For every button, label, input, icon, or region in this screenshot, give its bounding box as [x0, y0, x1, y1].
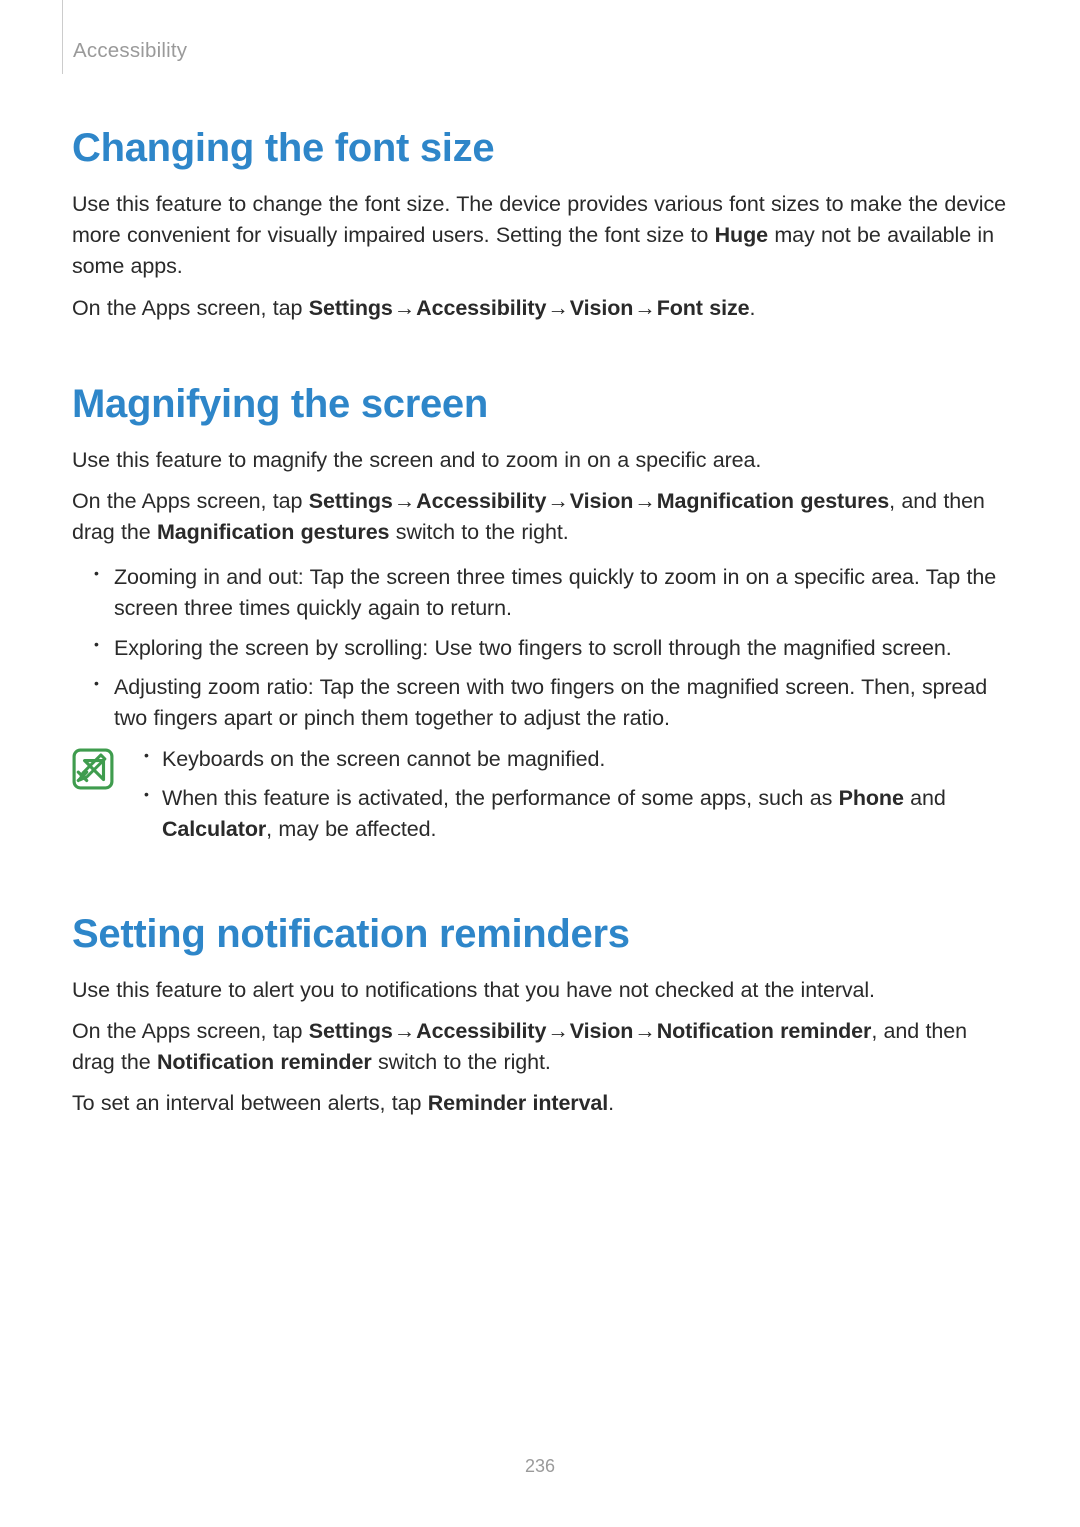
path-step: Settings [309, 296, 393, 320]
arrow-icon: → [546, 489, 569, 513]
bold-text: Huge [715, 223, 768, 247]
text: When this feature is activated, the perf… [162, 786, 839, 810]
list-item: Adjusting zoom ratio: Tap the screen wit… [114, 672, 1008, 734]
path-step: Magnification gestures [657, 489, 889, 513]
paragraph: Use this feature to alert you to notific… [72, 975, 1008, 1006]
text: On the Apps screen, tap [72, 489, 309, 513]
text: and [904, 786, 946, 810]
arrow-icon: → [393, 296, 416, 320]
note-icon [72, 748, 114, 790]
list-item: Keyboards on the screen cannot be magnif… [162, 744, 1008, 775]
path-step: Notification reminder [657, 1019, 872, 1043]
arrow-icon: → [633, 296, 656, 320]
list-item: Zooming in and out: Tap the screen three… [114, 562, 1008, 624]
bold-text: Phone [839, 786, 904, 810]
paragraph: To set an interval between alerts, tap R… [72, 1088, 1008, 1119]
path-step: Vision [570, 489, 634, 513]
path-step: Font size [657, 296, 750, 320]
section-title-font-size: Changing the font size [72, 126, 1008, 171]
path-step: Settings [309, 489, 393, 513]
text: On the Apps screen, tap [72, 296, 309, 320]
bold-text: Reminder interval [428, 1091, 608, 1115]
arrow-icon: → [393, 1019, 416, 1043]
bold-text: Calculator [162, 817, 266, 841]
section-title-notification: Setting notification reminders [72, 912, 1008, 957]
note-text: Keyboards on the screen cannot be magnif… [134, 744, 1008, 854]
path-step: Accessibility [416, 296, 546, 320]
text: , may be affected. [266, 817, 436, 841]
bullet-list: Zooming in and out: Tap the screen three… [72, 562, 1008, 734]
path-step: Vision [570, 296, 634, 320]
arrow-icon: → [633, 489, 656, 513]
note-block: Keyboards on the screen cannot be magnif… [72, 744, 1008, 854]
path-step: Accessibility [416, 1019, 546, 1043]
bold-text: Magnification gestures [157, 520, 389, 544]
text: . [749, 296, 755, 320]
paragraph: Use this feature to change the font size… [72, 189, 1008, 283]
path-step: Vision [570, 1019, 634, 1043]
arrow-icon: → [393, 489, 416, 513]
paragraph-nav-path: On the Apps screen, tap Settings→Accessi… [72, 486, 1008, 548]
text: On the Apps screen, tap [72, 1019, 309, 1043]
paragraph: Use this feature to magnify the screen a… [72, 445, 1008, 476]
bold-text: Notification reminder [157, 1050, 372, 1074]
page-header: Accessibility [62, 0, 1008, 74]
page: Accessibility Changing the font size Use… [0, 0, 1080, 1527]
text: switch to the right. [372, 1050, 551, 1074]
list-item: Exploring the screen by scrolling: Use t… [114, 633, 1008, 664]
path-step: Accessibility [416, 489, 546, 513]
list-item: When this feature is activated, the perf… [162, 783, 1008, 845]
arrow-icon: → [546, 296, 569, 320]
paragraph-nav-path: On the Apps screen, tap Settings→Accessi… [72, 1016, 1008, 1078]
note-bullet-list: Keyboards on the screen cannot be magnif… [134, 744, 1008, 846]
path-step: Settings [309, 1019, 393, 1043]
arrow-icon: → [546, 1019, 569, 1043]
text: . [608, 1091, 614, 1115]
section-title-magnify: Magnifying the screen [72, 382, 1008, 427]
text: switch to the right. [389, 520, 568, 544]
page-number: 236 [0, 1456, 1080, 1477]
text: To set an interval between alerts, tap [72, 1091, 428, 1115]
arrow-icon: → [633, 1019, 656, 1043]
paragraph-nav-path: On the Apps screen, tap Settings→Accessi… [72, 293, 1008, 324]
header-category: Accessibility [73, 39, 187, 63]
